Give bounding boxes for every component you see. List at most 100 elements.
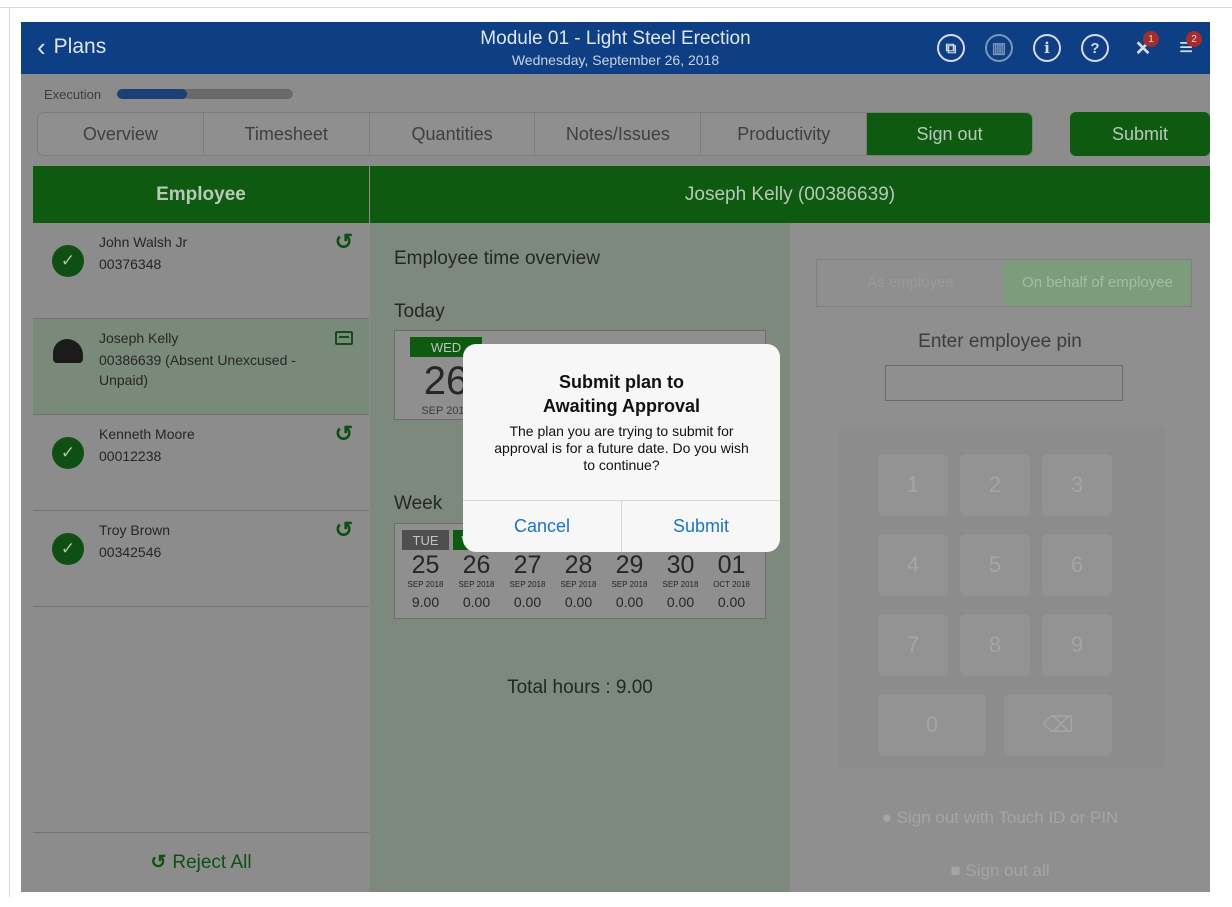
- reject-all-button[interactable]: ↺ Reject All: [33, 832, 369, 892]
- sign-out-touch-id[interactable]: ● Sign out with Touch ID or PIN: [790, 808, 1210, 828]
- submit-confirmation-dialog: Submit plan to Awaiting Approval The pla…: [463, 344, 780, 552]
- key-5[interactable]: 5: [960, 534, 1030, 596]
- week-day-month: SEP 2018: [611, 580, 648, 589]
- key-7[interactable]: 7: [878, 614, 948, 676]
- week-day-month: SEP 2018: [560, 580, 597, 589]
- undo-icon[interactable]: ↺: [335, 517, 353, 543]
- week-day-hours: 9.00: [411, 594, 440, 610]
- key-3[interactable]: 3: [1042, 454, 1112, 516]
- notes-icon[interactable]: [335, 331, 353, 345]
- week-day-month: SEP 2018: [509, 580, 546, 589]
- hard-hat-icon: [53, 339, 83, 363]
- week-day-number: 29: [615, 551, 644, 579]
- reject-all-label: Reject All: [172, 851, 252, 873]
- week-day-month: SEP 2018: [458, 580, 495, 589]
- week-day-month: SEP 2018: [662, 580, 699, 589]
- week-day-number: 27: [513, 551, 542, 579]
- week-day-hours: 0.00: [513, 594, 542, 610]
- total-hours: Total hours : 9.00: [507, 677, 653, 698]
- as-employee-option[interactable]: As employee: [817, 260, 1004, 306]
- week-day-number: 26: [462, 551, 491, 579]
- check-icon: ✓: [52, 533, 84, 565]
- employee-name: John Walsh Jr: [99, 234, 188, 250]
- dialog-title: Submit plan to Awaiting Approval: [463, 370, 780, 418]
- tab-timesheet[interactable]: Timesheet: [204, 113, 370, 155]
- week-day-number: 25: [411, 551, 440, 579]
- employee-id: 00012238: [99, 448, 162, 464]
- copy-icon[interactable]: ⧉: [937, 34, 965, 62]
- key-2[interactable]: 2: [960, 454, 1030, 516]
- employee-list: ✓ John Walsh Jr 00376348 ↺ Joseph Kelly …: [33, 223, 369, 832]
- key-8[interactable]: 8: [960, 614, 1030, 676]
- execution-progress-bar: [117, 89, 293, 99]
- notification-badge: 1: [1143, 31, 1159, 47]
- dialog-buttons: Cancel Submit: [463, 500, 780, 552]
- tab-overview[interactable]: Overview: [38, 113, 204, 155]
- help-icon[interactable]: ?: [1081, 34, 1109, 62]
- undo-icon[interactable]: ↺: [335, 421, 353, 447]
- employee-row[interactable]: ✓ Kenneth Moore 00012238 ↺: [33, 415, 369, 511]
- dialog-message: The plan you are trying to submit for ap…: [494, 423, 749, 473]
- info-icon[interactable]: i: [1033, 34, 1061, 62]
- time-overview-panel: Employee time overview Today WED 26 SEP …: [370, 223, 790, 892]
- employee-row[interactable]: Joseph Kelly 00386639 (Absent Unexcused …: [33, 319, 369, 415]
- overview-title: Employee time overview: [394, 248, 600, 269]
- week-day-name: TUE: [402, 530, 449, 550]
- dialog-title-line-1: Submit plan to: [559, 372, 684, 392]
- week-label: Week: [394, 493, 443, 514]
- tab-quantities[interactable]: Quantities: [370, 113, 536, 155]
- submit-button[interactable]: Submit: [1070, 112, 1210, 156]
- group-icon: ■: [950, 861, 961, 880]
- pin-keypad: 1 2 3 4 5 6 7 8 9 0 ⌫: [838, 428, 1166, 768]
- week-day[interactable]: TUE 25 SEP 2018 9.00: [400, 524, 451, 618]
- key-6[interactable]: 6: [1042, 534, 1112, 596]
- week-day-number: 30: [666, 551, 695, 579]
- pin-label: Enter employee pin: [918, 331, 1082, 352]
- execution-label: Execution: [44, 87, 102, 102]
- on-behalf-option[interactable]: On behalf of employee: [1004, 260, 1191, 306]
- employee-id: 00386639 (Absent Unexcused - Unpaid): [99, 352, 296, 388]
- week-day-hours: 0.00: [564, 594, 593, 610]
- employee-row[interactable]: ✓ John Walsh Jr 00376348 ↺: [33, 223, 369, 319]
- check-icon: ✓: [52, 437, 84, 469]
- sign-out-all[interactable]: ■ Sign out all: [790, 861, 1210, 881]
- trash-icon[interactable]: ▥: [985, 34, 1013, 62]
- dialog-title-line-2: Awaiting Approval: [542, 396, 701, 416]
- week-day-hours: 0.00: [717, 594, 746, 610]
- sign-out-touch-label: Sign out with Touch ID or PIN: [896, 808, 1119, 827]
- employee-name: Kenneth Moore: [99, 426, 195, 442]
- top-bar: ‹ Plans Module 01 - Light Steel Erection…: [21, 22, 1210, 74]
- week-day-number: 28: [564, 551, 593, 579]
- undo-icon[interactable]: ↺: [335, 229, 353, 255]
- backspace-icon[interactable]: ⌫: [1004, 694, 1112, 756]
- undo-icon: ↺: [150, 852, 167, 873]
- tab-bar: Overview Timesheet Quantities Notes/Issu…: [37, 112, 1033, 156]
- key-9[interactable]: 9: [1042, 614, 1112, 676]
- cancel-button[interactable]: Cancel: [463, 501, 622, 552]
- key-1[interactable]: 1: [878, 454, 948, 516]
- week-day-hours: 0.00: [666, 594, 695, 610]
- execution-progress-fill: [117, 89, 188, 99]
- menu-badge: 2: [1186, 31, 1202, 47]
- tab-sign-out[interactable]: Sign out: [867, 113, 1032, 155]
- week-day-month: SEP 2018: [407, 580, 444, 589]
- employee-column-header: Employee: [33, 166, 369, 223]
- app-frame: ‹ Plans Module 01 - Light Steel Erection…: [21, 22, 1210, 892]
- pin-input[interactable]: [885, 365, 1123, 401]
- plan-date: Wednesday, September 26, 2018: [511, 52, 720, 68]
- tab-notes-issues[interactable]: Notes/Issues: [535, 113, 702, 155]
- employee-name: Troy Brown: [99, 522, 171, 538]
- check-icon: ✓: [52, 245, 84, 277]
- employee-row[interactable]: ✓ Troy Brown 00342546 ↺: [33, 511, 369, 607]
- week-day-number: 01: [717, 551, 746, 579]
- sign-out-all-label: Sign out all: [965, 861, 1050, 880]
- week-day-month: OCT 2018: [713, 580, 750, 589]
- confirm-submit-button[interactable]: Submit: [622, 501, 780, 552]
- key-4[interactable]: 4: [878, 534, 948, 596]
- employee-name: Joseph Kelly: [99, 330, 179, 346]
- employee-detail-header: Joseph Kelly (00386639): [370, 166, 1210, 223]
- employee-id: 00376348: [99, 256, 162, 272]
- key-0[interactable]: 0: [878, 694, 986, 756]
- week-day-hours: 0.00: [462, 594, 491, 610]
- tab-productivity[interactable]: Productivity: [701, 113, 868, 155]
